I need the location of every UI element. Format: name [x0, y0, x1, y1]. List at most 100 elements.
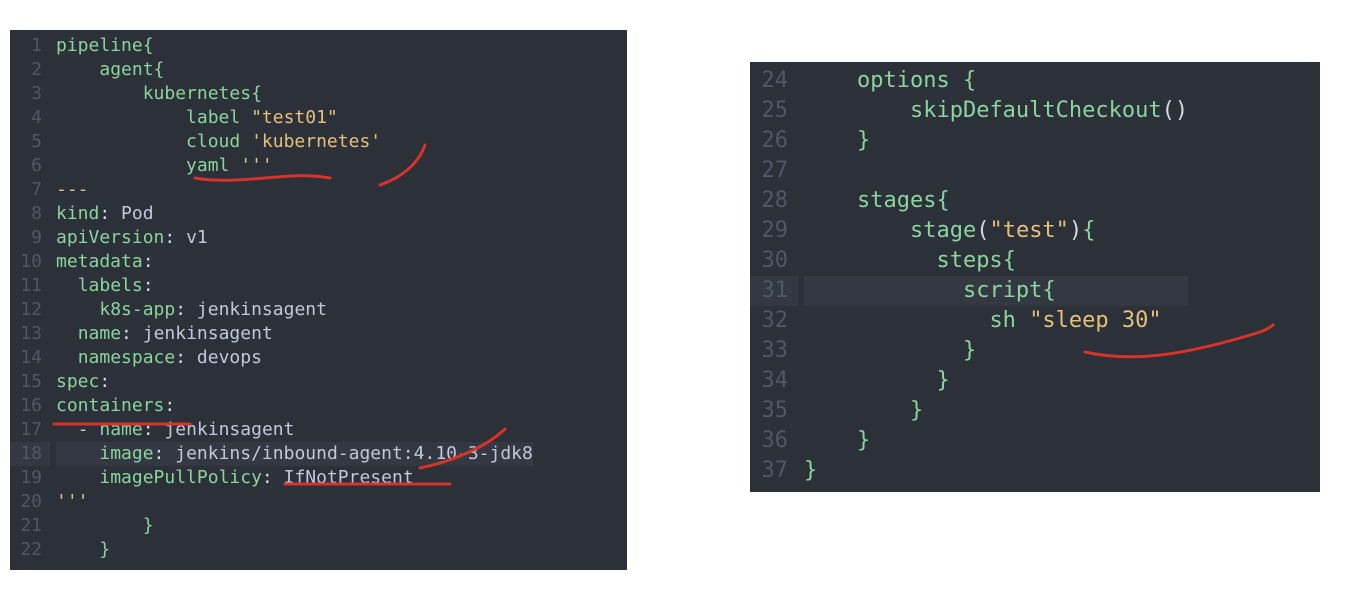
token — [804, 338, 963, 363]
token: 'kubernetes' — [251, 131, 381, 152]
token: { — [251, 83, 262, 104]
token: ''' — [240, 155, 273, 176]
code-line: } — [804, 426, 1188, 456]
code-line: --- — [56, 178, 533, 202]
token: { — [154, 59, 165, 80]
token: sh — [989, 308, 1029, 333]
line-number: 9 — [14, 226, 42, 250]
code-block-right: 2425262728293031323334353637 options { s… — [750, 62, 1320, 492]
line-number: 17 — [14, 418, 42, 442]
token: : — [164, 395, 175, 416]
token: IfNotPresent — [284, 467, 414, 488]
line-number: 7 — [14, 178, 42, 202]
token: : — [143, 419, 165, 440]
code-line — [804, 156, 1188, 186]
code-line: pipeline{ — [56, 34, 533, 58]
token — [56, 539, 99, 560]
code-line: } — [804, 336, 1188, 366]
token: skipDefaultCheckout — [910, 98, 1162, 123]
token — [56, 443, 99, 464]
line-number: 13 — [14, 322, 42, 346]
token: : — [99, 203, 121, 224]
token: jenkinsagent — [197, 299, 327, 320]
gutter-left: 12345678910111213141516171819202122 — [10, 30, 50, 570]
code-line: script{ — [804, 276, 1188, 306]
token — [56, 131, 186, 152]
token: metadata — [56, 251, 143, 272]
token — [56, 155, 186, 176]
code-line: image: jenkins/inbound-agent:4.10-3-jdk8 — [56, 442, 533, 466]
line-number: 30 — [754, 246, 788, 276]
line-number: 1 — [14, 34, 42, 58]
code-line: name: jenkinsagent — [56, 322, 533, 346]
line-number: 32 — [754, 306, 788, 336]
token — [804, 368, 936, 393]
code-line: label "test01" — [56, 106, 533, 130]
line-number: 5 — [14, 130, 42, 154]
token — [804, 278, 963, 303]
code-line: imagePullPolicy: IfNotPresent — [56, 466, 533, 490]
token — [804, 128, 857, 153]
token: jenkinsagent — [143, 323, 273, 344]
line-number: 19 — [14, 466, 42, 490]
token: image — [99, 443, 153, 464]
code-line: namespace: devops — [56, 346, 533, 370]
code-line: labels: — [56, 274, 533, 298]
token — [804, 398, 910, 423]
token: } — [804, 458, 817, 483]
line-number: 3 — [14, 82, 42, 106]
token: imagePullPolicy — [99, 467, 262, 488]
token — [56, 299, 99, 320]
token: : — [175, 299, 197, 320]
code-line: agent{ — [56, 58, 533, 82]
token: : — [99, 371, 110, 392]
line-number: 14 — [14, 346, 42, 370]
token: name — [99, 419, 142, 440]
token: ) — [1069, 218, 1082, 243]
token: { — [1003, 248, 1016, 273]
line-number: 12 — [14, 298, 42, 322]
token: : — [121, 323, 143, 344]
line-number: 8 — [14, 202, 42, 226]
token: --- — [56, 179, 89, 200]
code-left[interactable]: pipeline{ agent{ kubernetes{ label "test… — [50, 30, 533, 570]
token: { — [936, 188, 949, 213]
token: kubernetes — [143, 83, 251, 104]
code-line: spec: — [56, 370, 533, 394]
token: yaml — [186, 155, 240, 176]
code-right[interactable]: options { skipDefaultCheckout() } stages… — [798, 62, 1188, 492]
gutter-right: 2425262728293031323334353637 — [750, 62, 798, 492]
code-line: - name: jenkinsagent — [56, 418, 533, 442]
line-number: 31 — [750, 276, 798, 306]
line-number: 20 — [14, 490, 42, 514]
code-line: kubernetes{ — [56, 82, 533, 106]
token — [804, 98, 910, 123]
line-number: 2 — [14, 58, 42, 82]
token — [56, 347, 78, 368]
token: { — [963, 68, 976, 93]
token: } — [99, 539, 110, 560]
line-number: 36 — [754, 426, 788, 456]
token: : — [175, 347, 197, 368]
code-line: containers: — [56, 394, 533, 418]
token — [56, 107, 186, 128]
token: : — [164, 227, 186, 248]
line-number: 33 — [754, 336, 788, 366]
line-number: 22 — [14, 538, 42, 562]
token: "test" — [989, 218, 1068, 243]
token — [56, 83, 143, 104]
code-line: } — [804, 366, 1188, 396]
line-number: 6 — [14, 154, 42, 178]
token: apiVersion — [56, 227, 164, 248]
token: "test01" — [251, 107, 338, 128]
token: () — [1162, 98, 1189, 123]
line-number: 10 — [14, 250, 42, 274]
line-number: 26 — [754, 126, 788, 156]
token: : — [262, 467, 284, 488]
token: : — [143, 251, 154, 272]
line-number: 35 — [754, 396, 788, 426]
code-line: skipDefaultCheckout() — [804, 96, 1188, 126]
token: cloud — [186, 131, 251, 152]
line-number: 4 — [14, 106, 42, 130]
token — [56, 467, 99, 488]
